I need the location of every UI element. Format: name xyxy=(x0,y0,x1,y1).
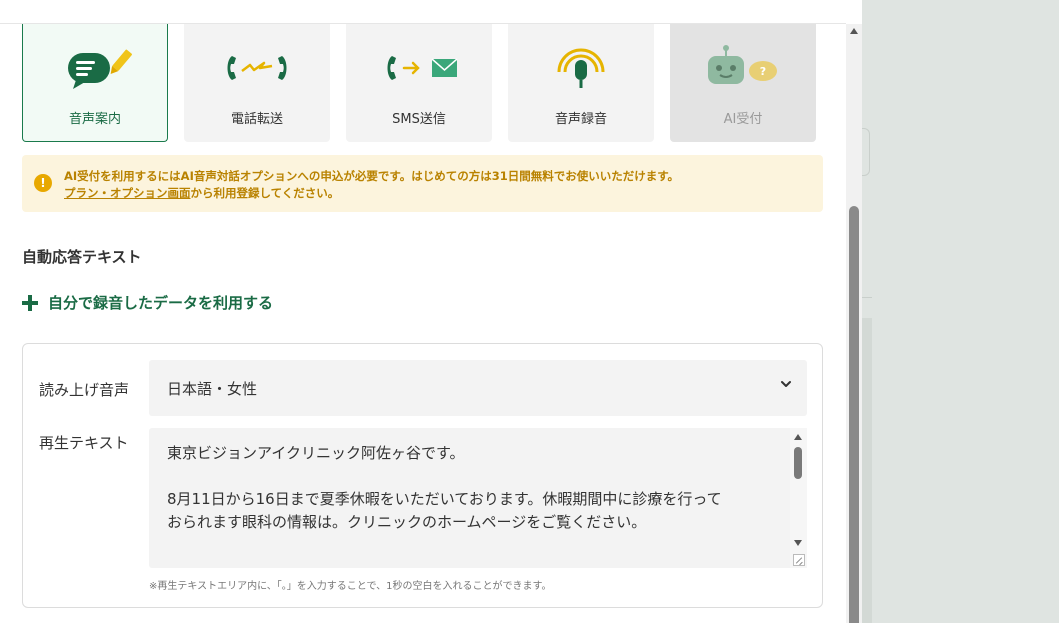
voice-select[interactable]: 日本語・女性 xyxy=(149,360,807,416)
section-title: 自動応答テキスト xyxy=(22,248,142,266)
scroll-thumb[interactable] xyxy=(849,206,859,623)
use-own-recording-label: 自分で録音したデータを利用する xyxy=(48,294,274,312)
scroll-up-arrow-icon[interactable] xyxy=(850,28,858,34)
robot-icon: ? xyxy=(670,44,816,92)
tile-label: AI受付 xyxy=(723,112,763,127)
notice-text-line2: プラン・オプション画面から利用登録してください。 xyxy=(64,185,339,201)
background-panel-edge xyxy=(862,128,870,176)
speech-bubble-pencil-icon xyxy=(23,44,167,92)
scroll-up-arrow-icon[interactable] xyxy=(794,434,802,440)
plan-option-link[interactable]: プラン・オプション画面 xyxy=(64,186,191,200)
tile-voice-recording[interactable]: 音声録音 xyxy=(508,24,654,142)
tile-label: 電話転送 xyxy=(230,112,283,127)
ai-option-notice: ! AI受付を利用するにはAI音声対話オプションへの申込が必要です。はじめての方… xyxy=(22,155,823,212)
playback-text-line: 8月11日から16日まで夏季休暇をいただいております。休暇期間中に診療を行って xyxy=(167,490,722,508)
resize-grip-icon[interactable] xyxy=(793,554,805,566)
scroll-thumb[interactable] xyxy=(794,447,802,479)
playback-text-line: 東京ビジョンアイクリニック阿佐ヶ谷です。 xyxy=(167,444,465,462)
voice-select-value: 日本語・女性 xyxy=(167,380,258,398)
modal-content: 音声案内 電話転送 SMS送信 音声録音 ? AI受付 ! AI受付を利用するに… xyxy=(0,0,846,623)
use-own-recording-link[interactable]: 自分で録音したデータを利用する xyxy=(22,292,273,313)
notice-text-rest: から利用登録してください。 xyxy=(190,186,340,200)
playback-text-label: 再生テキスト xyxy=(39,434,129,452)
response-type-tiles: 音声案内 電話転送 SMS送信 音声録音 ? AI受付 xyxy=(22,24,816,142)
playback-text-area[interactable]: 東京ビジョンアイクリニック阿佐ヶ谷です。 8月11日から16日まで夏季休暇をいた… xyxy=(149,428,807,568)
tile-ai-reception: ? AI受付 xyxy=(670,24,816,142)
notice-text: AI受付を利用するにはAI音声対話オプションへの申込が必要です。はじめての方は3… xyxy=(64,169,680,183)
modal-scrollbar[interactable] xyxy=(846,24,862,623)
svg-text:?: ? xyxy=(760,65,766,78)
playback-text-content: 東京ビジョンアイクリニック阿佐ヶ谷です。 8月11日から16日まで夏季休暇をいた… xyxy=(167,442,777,534)
phone-transfer-icon xyxy=(184,44,330,92)
tile-label: 音声録音 xyxy=(554,112,607,127)
background-band xyxy=(862,318,872,623)
background-divider xyxy=(862,297,872,298)
plus-icon xyxy=(22,294,38,311)
voice-label: 読み上げ音声 xyxy=(39,381,130,399)
microphone-icon xyxy=(508,44,654,92)
playback-text-line: おられます眼科の情報は。クリニックのホームページをご覧ください。 xyxy=(167,513,647,531)
warning-icon: ! xyxy=(34,174,52,192)
auto-response-panel: 読み上げ音声 日本語・女性 再生テキスト 東京ビジョンアイクリニック阿佐ヶ谷です… xyxy=(22,343,823,608)
textarea-scrollbar[interactable] xyxy=(790,428,807,568)
tile-call-forwarding[interactable]: 電話転送 xyxy=(184,24,330,142)
tile-voice-guidance[interactable]: 音声案内 xyxy=(22,24,168,142)
scroll-down-arrow-icon[interactable] xyxy=(794,540,802,546)
tile-label: 音声案内 xyxy=(68,112,121,127)
tile-sms-send[interactable]: SMS送信 xyxy=(346,24,492,142)
tile-label: SMS送信 xyxy=(392,112,446,127)
phone-to-mail-icon xyxy=(346,44,492,92)
playback-text-hint: ※再生テキストエリア内に、「。」を入力することで、1秒の空白を入れることができま… xyxy=(149,581,552,592)
chevron-down-icon xyxy=(781,381,791,387)
background-page-area xyxy=(862,0,1059,623)
